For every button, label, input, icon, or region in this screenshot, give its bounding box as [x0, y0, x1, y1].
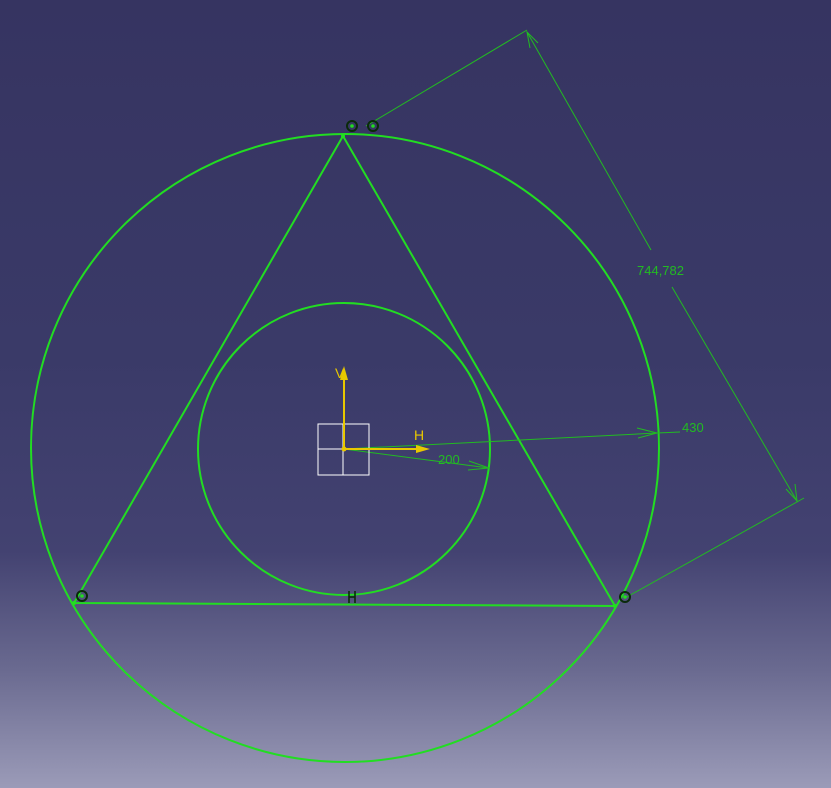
sketch-viewport[interactable]: 744,782 430 200 V H — [0, 0, 831, 788]
vertical-axis[interactable]: V — [335, 365, 348, 449]
vertex-point[interactable] — [613, 604, 617, 608]
vertex-point[interactable] — [72, 601, 76, 605]
origin-point[interactable] — [341, 446, 347, 452]
side-length-dimension[interactable]: 744,782 — [365, 29, 805, 599]
coincidence-constraint-icon[interactable] — [367, 120, 379, 132]
side-length-value[interactable]: 744,782 — [637, 263, 684, 278]
coincidence-constraint-icon[interactable] — [346, 120, 358, 132]
horizontal-axis-label: H — [414, 427, 424, 443]
vertical-axis-label: V — [335, 365, 345, 381]
sketch-canvas[interactable]: 744,782 430 200 V H — [0, 0, 831, 788]
vertex-point[interactable] — [341, 134, 345, 138]
outer-radius-value[interactable]: 430 — [682, 420, 704, 435]
outer-radius-dimension[interactable]: 430 — [343, 420, 704, 450]
horizontal-constraint-icon[interactable] — [348, 591, 356, 603]
inner-radius-value[interactable]: 200 — [438, 452, 460, 467]
horizontal-axis[interactable]: H — [344, 427, 430, 453]
